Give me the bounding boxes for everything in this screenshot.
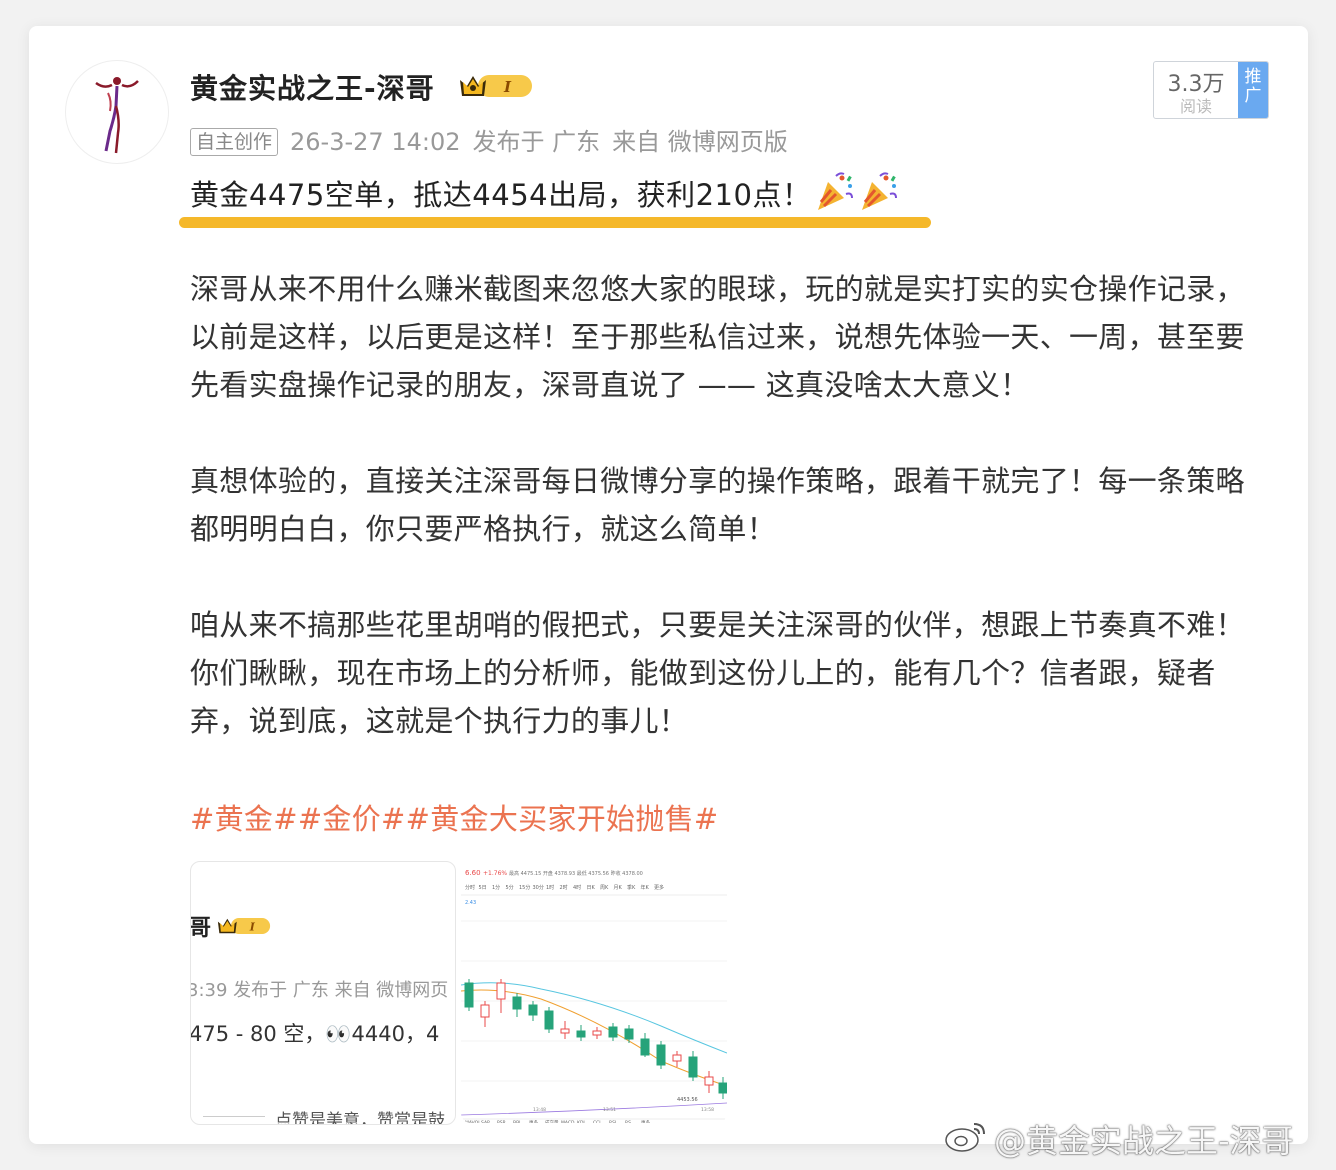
candle-body <box>480 1004 490 1018</box>
thumb-content-fragment: 475 - 80 空，👀4440，4 <box>190 1022 440 1046</box>
period-tab[interactable]: 月K <box>614 885 623 891</box>
period-tab[interactable]: 30分 <box>533 884 544 891</box>
period-tab[interactable]: 5分 <box>506 884 514 891</box>
vip-crown-icon: I <box>217 918 271 934</box>
period-tab[interactable]: 更多 <box>654 884 664 891</box>
watermark-text: @黄金实战之王-深哥 <box>994 1122 1294 1160</box>
post-paragraph: 真想体验的，直接关注深哥每日微博分享的操作策略，跟着干就完了！每一条策略都明明白… <box>190 464 1245 546</box>
thumb-footer-fragment: 点赞是美意，赞赏是鼓 <box>275 1111 445 1125</box>
period-tab[interactable]: 2时 <box>560 884 568 891</box>
candle-body <box>656 1044 666 1066</box>
period-tab[interactable]: 年K <box>641 884 650 891</box>
indicator-tab[interactable]: 成交量 <box>545 1119 559 1123</box>
party-popper-icon <box>818 172 853 210</box>
candlestick-chart: 6.60 +1.76% 最高 4475.15 开盘 4378.93 最低 437… <box>461 869 727 1123</box>
period-tab[interactable]: 1分 <box>492 884 500 891</box>
vip-crown-icon[interactable]: I <box>456 70 536 106</box>
period-tab[interactable]: 日K <box>587 885 596 891</box>
time-tick-label: 13:51 <box>603 1107 616 1113</box>
divider-line <box>203 1116 265 1117</box>
hashtag-list: #黄金##金价##黄金大买家开始抛售# <box>190 796 719 838</box>
party-popper-icon <box>862 172 897 210</box>
period-tab[interactable]: 1时 <box>546 884 554 891</box>
candle-body <box>640 1038 650 1056</box>
post-meta: 自主创作 26-3-27 14:02 发布于 广东 来自 微博网页版 <box>190 122 800 157</box>
post-location: 发布于 广东 <box>472 128 601 156</box>
svg-text:I: I <box>249 920 256 933</box>
candle-body <box>718 1082 727 1094</box>
period-tab[interactable]: 分时 <box>465 884 475 891</box>
axis-top-label: 2.43 <box>465 900 476 906</box>
period-tab[interactable]: 4时 <box>573 884 581 891</box>
hashtag-link[interactable]: #金价# <box>298 802 406 836</box>
candle-body <box>704 1076 714 1086</box>
post-source: 来自 微博网页版 <box>612 128 788 156</box>
candle-body <box>496 982 506 1000</box>
price-change: 6.60 <box>465 869 481 877</box>
post-date[interactable]: 26-3-27 14:02 <box>290 128 460 156</box>
price-stats: 最高 4475.15 开盘 4378.93 最低 4375.56 昨收 4378… <box>509 870 643 877</box>
indicator-tab[interactable]: 更多 <box>641 1119 650 1123</box>
time-tick-label: 13:58 <box>701 1107 714 1113</box>
post-headline: 黄金4475空单，抵达4454出局，获利210点！ <box>190 178 812 212</box>
author-name[interactable]: 黄金实战之王-深哥 <box>190 67 435 107</box>
hashtag-link[interactable]: #黄金# <box>190 802 298 836</box>
candle-body <box>528 1004 538 1016</box>
candle-body <box>512 996 522 1010</box>
promote-button[interactable]: 推广 <box>1238 62 1268 118</box>
headline-highlight <box>179 217 931 228</box>
candle-body <box>560 1028 570 1034</box>
indicator-tab[interactable]: MAVOL <box>465 1120 481 1123</box>
original-tag: 自主创作 <box>190 128 279 156</box>
low-price-label: 4453.56 <box>677 1097 698 1103</box>
indicator-tab[interactable]: MACD <box>561 1120 575 1123</box>
candle-body <box>624 1028 634 1040</box>
reads-badge[interactable]: 3.3万 阅读 推广 <box>1153 61 1269 119</box>
post-paragraph: 深哥从来不用什么赚米截图来忽悠大家的眼球，玩的就是实打实的实仓操作记录，以前是这… <box>190 272 1245 402</box>
indicator-tab[interactable]: RS <box>625 1120 631 1123</box>
hashtag-link[interactable]: #黄金大买家开始抛售# <box>406 802 719 836</box>
indicator-tab[interactable]: KDJ <box>577 1120 585 1123</box>
thumb-meta-fragment: 3:39 发布于 广东 来自 微博网页 <box>190 980 449 1001</box>
pct-change: +1.76% <box>483 870 507 877</box>
indicator-tab[interactable]: BBI <box>513 1120 521 1123</box>
candle-body <box>608 1026 618 1038</box>
post-paragraph: 咱从来不搞那些花里胡哨的假把式，只要是关注深哥的伙伴，想跟上节奏真不难！你们瞅瞅… <box>190 608 1245 738</box>
thumb-author-fragment: 哥 <box>190 916 212 941</box>
image-thumbnail-2[interactable]: 6.60 +1.76% 最高 4475.15 开盘 4378.93 最低 437… <box>461 861 727 1123</box>
period-tab[interactable]: 周K <box>600 885 609 891</box>
candle-body <box>592 1030 602 1036</box>
indicator-tab[interactable]: PSR <box>497 1120 506 1123</box>
reads-label: 阅读 <box>1179 97 1212 116</box>
indicator-tab[interactable]: SAR <box>481 1120 490 1123</box>
avatar[interactable] <box>65 60 169 164</box>
indicator-tab[interactable]: RSI <box>609 1120 616 1123</box>
weibo-logo-icon <box>945 1123 985 1152</box>
candle-body <box>464 982 474 1008</box>
promote-label: 推广 <box>1244 67 1262 106</box>
period-tab[interactable]: 季K <box>627 884 636 891</box>
candle-body <box>544 1010 554 1030</box>
candle-body <box>672 1054 682 1062</box>
indicator-tab[interactable]: 更多 <box>529 1119 538 1123</box>
image-thumbnail-1[interactable]: 哥 I 3:39 发布于 广东 来自 微博网页 475 - 80 空，👀4440… <box>190 861 456 1125</box>
indicator-tab[interactable]: CCI <box>593 1120 601 1123</box>
dancer-figure-icon <box>67 62 167 162</box>
time-tick-label: 13:48 <box>533 1107 546 1113</box>
post-card: 黄金实战之王-深哥 I 自主创作 26-3-27 14:02 发布于 广东 来自 微博… <box>29 26 1308 1144</box>
candle-body <box>688 1056 698 1078</box>
candle-body <box>576 1030 586 1038</box>
period-tab[interactable]: 5日 <box>479 885 487 891</box>
period-tab[interactable]: 15分 <box>519 884 530 891</box>
svg-text:I: I <box>503 78 512 96</box>
